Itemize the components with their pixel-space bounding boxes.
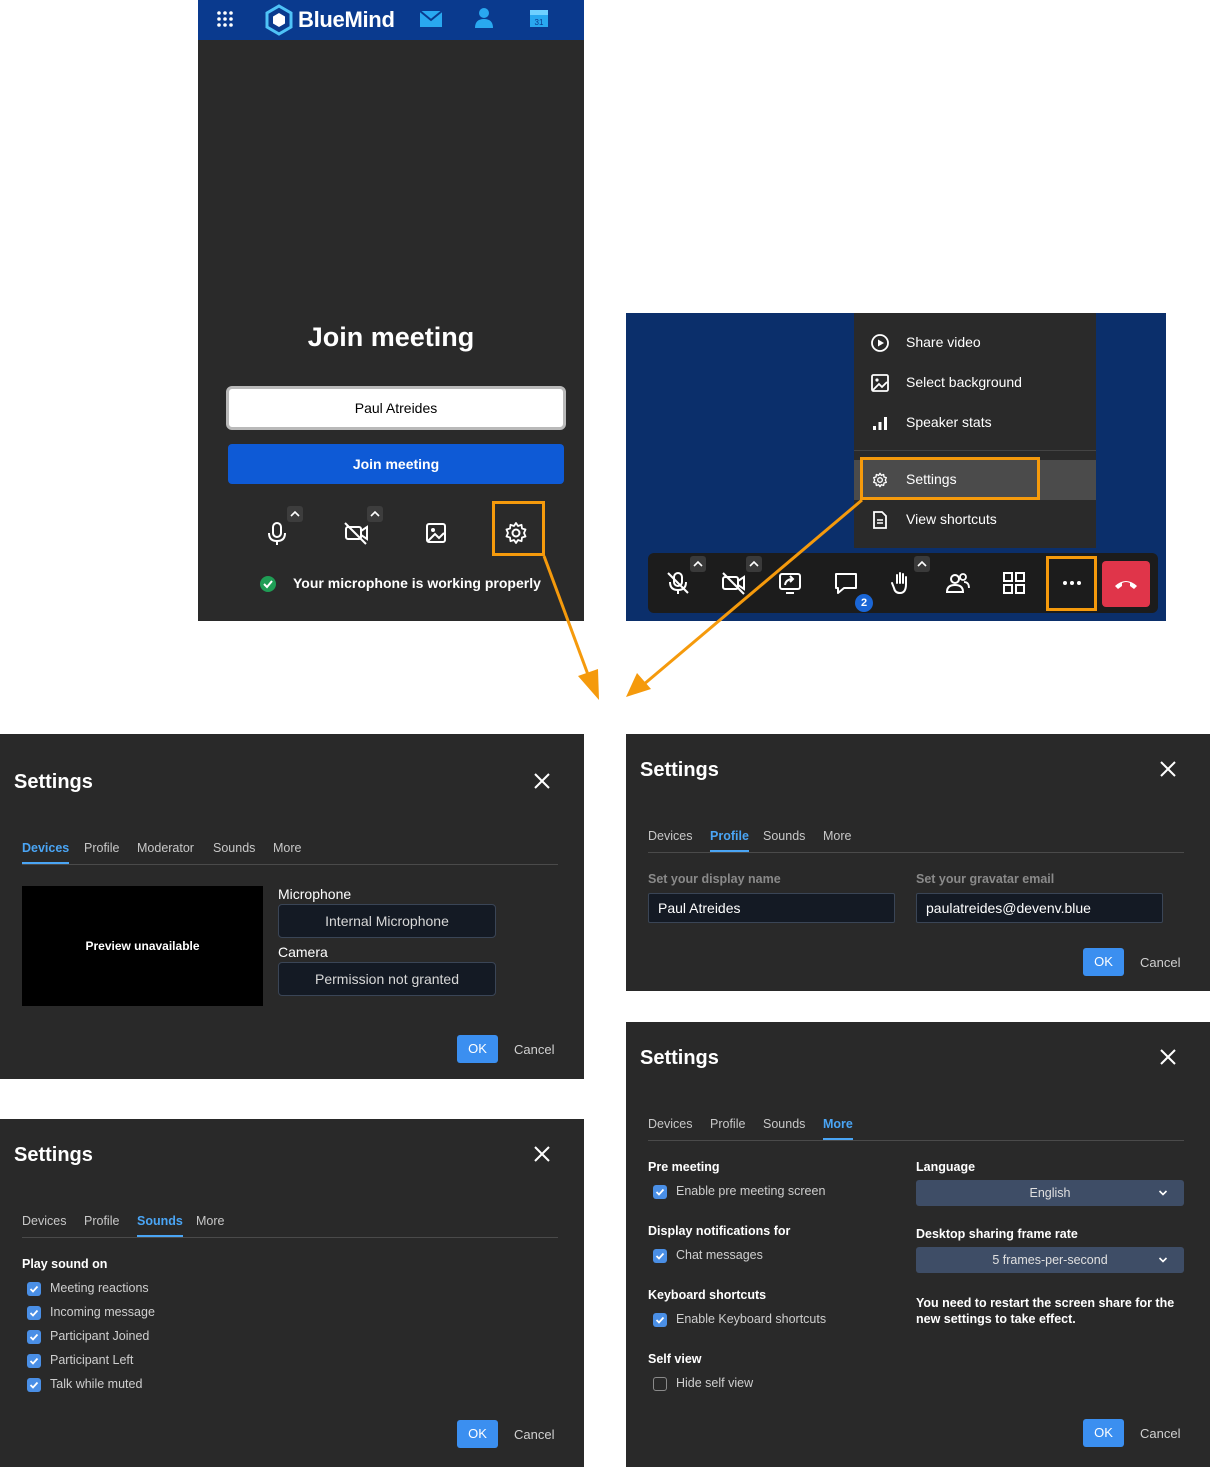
arrow-line-left — [542, 555, 592, 681]
shortcuts-label: Keyboard shortcuts — [648, 1288, 767, 1302]
language-select[interactable]: English — [916, 1180, 1184, 1206]
frame-rate-label: Desktop sharing frame rate — [916, 1227, 1078, 1241]
checkbox-participant-joined[interactable] — [27, 1330, 41, 1344]
tab-sounds[interactable]: Sounds — [213, 841, 255, 855]
checkbox-participant-left[interactable] — [27, 1354, 41, 1368]
option-label: Hide self view — [676, 1376, 754, 1390]
checkmark-icon — [655, 1188, 665, 1196]
dialog-title: Settings — [640, 1047, 719, 1069]
settings-dialog-sounds: Settings Devices Profile Sounds More Pla… — [0, 1119, 584, 1467]
cancel-button[interactable]: Cancel — [514, 1042, 554, 1057]
ok-button[interactable]: OK — [457, 1420, 498, 1448]
play-sound-section-label: Play sound on — [22, 1257, 108, 1271]
close-icon[interactable] — [1158, 759, 1178, 779]
tab-sounds[interactable]: Sounds — [763, 829, 805, 843]
language-value: English — [1029, 1186, 1071, 1200]
close-icon[interactable] — [1158, 1047, 1178, 1067]
tab-devices[interactable]: Devices — [22, 1214, 66, 1228]
close-icon[interactable] — [532, 1144, 552, 1164]
microphone-select[interactable]: Internal Microphone — [278, 904, 496, 938]
option-label: Enable pre meeting screen — [676, 1184, 826, 1198]
language-label: Language — [916, 1160, 976, 1174]
checkmark-icon — [29, 1285, 39, 1293]
dialog-title: Settings — [640, 759, 719, 781]
ok-button[interactable]: OK — [1083, 948, 1124, 976]
checkbox-hide-self-view[interactable] — [653, 1377, 667, 1391]
checkmark-icon — [655, 1316, 665, 1324]
chevron-down-icon — [1158, 1190, 1168, 1196]
option-label: Meeting reactions — [50, 1281, 149, 1295]
option-label: Chat messages — [676, 1248, 763, 1262]
arrow-head-left — [578, 669, 599, 700]
settings-dialog-devices: Settings Devices Profile Moderator Sound… — [0, 734, 584, 1079]
cancel-button[interactable]: Cancel — [1140, 1426, 1180, 1441]
tab-profile[interactable]: Profile — [84, 1214, 119, 1228]
flow-arrows — [542, 498, 863, 700]
camera-preview: Preview unavailable — [22, 886, 263, 1006]
close-icon[interactable] — [532, 771, 552, 791]
settings-tabs: Devices Profile Sounds More — [648, 1117, 1184, 1141]
checkbox-chat-messages[interactable] — [653, 1249, 667, 1263]
checkmark-icon — [29, 1333, 39, 1341]
frame-rate-note: You need to restart the screen share for… — [916, 1296, 1175, 1326]
camera-select[interactable]: Permission not granted — [278, 962, 496, 996]
tab-more[interactable]: More — [196, 1214, 224, 1228]
dialog-title: Settings — [14, 1144, 93, 1166]
settings-tabs: Devices Profile Moderator Sounds More — [22, 841, 558, 865]
option-label: Enable Keyboard shortcuts — [676, 1312, 827, 1326]
option-label: Participant Left — [50, 1353, 134, 1367]
cancel-button[interactable]: Cancel — [1140, 955, 1180, 970]
dialog-title: Settings — [14, 771, 93, 793]
tab-sounds[interactable]: Sounds — [763, 1117, 805, 1131]
tab-more[interactable]: More — [273, 841, 301, 855]
checkmark-icon — [29, 1309, 39, 1317]
cancel-button[interactable]: Cancel — [514, 1427, 554, 1442]
settings-dialog-profile: Settings Devices Profile Sounds More Set… — [626, 734, 1210, 991]
settings-dialog-more: Settings Devices Profile Sounds More Pre… — [626, 1022, 1210, 1467]
ok-button[interactable]: OK — [1083, 1419, 1124, 1447]
tab-profile[interactable]: Profile — [84, 841, 119, 855]
option-label: Talk while muted — [50, 1377, 143, 1391]
gravatar-email-label: Set your gravatar email — [916, 872, 1055, 886]
checkmark-icon — [655, 1252, 665, 1260]
frame-rate-value: 5 frames-per-second — [992, 1253, 1108, 1267]
checkbox-pre-meeting[interactable] — [653, 1185, 667, 1199]
self-view-label: Self view — [648, 1352, 702, 1366]
arrow-line-right — [642, 498, 863, 687]
tab-profile[interactable]: Profile — [710, 1117, 745, 1131]
chevron-down-icon — [1158, 1257, 1168, 1263]
pre-meeting-label: Pre meeting — [648, 1160, 720, 1174]
notifications-label: Display notifications for — [648, 1224, 791, 1238]
checkbox-keyboard-shortcuts[interactable] — [653, 1313, 667, 1327]
settings-tabs: Devices Profile Sounds More — [648, 829, 1184, 853]
checkmark-icon — [29, 1381, 39, 1389]
tab-profile[interactable]: Profile — [710, 829, 749, 852]
option-label: Participant Joined — [50, 1329, 150, 1343]
checkbox-talk-while-muted[interactable] — [27, 1378, 41, 1392]
tab-more[interactable]: More — [823, 1117, 853, 1140]
checkbox-meeting-reactions[interactable] — [27, 1282, 41, 1296]
microphone-label: Microphone — [278, 886, 352, 902]
gravatar-email-input[interactable]: paulatreides@devenv.blue — [916, 893, 1163, 923]
display-name-input[interactable]: Paul Atreides — [648, 893, 895, 923]
arrow-head-right — [626, 673, 651, 697]
checkbox-incoming-message[interactable] — [27, 1306, 41, 1320]
checkmark-icon — [29, 1357, 39, 1365]
ok-button[interactable]: OK — [457, 1035, 498, 1063]
tab-moderator[interactable]: Moderator — [137, 841, 194, 855]
camera-label: Camera — [278, 944, 328, 960]
settings-tabs: Devices Profile Sounds More — [22, 1214, 558, 1238]
tab-devices[interactable]: Devices — [22, 841, 70, 864]
frame-rate-select[interactable]: 5 frames-per-second — [916, 1247, 1184, 1273]
tab-sounds[interactable]: Sounds — [137, 1214, 183, 1237]
tab-devices[interactable]: Devices — [648, 1117, 692, 1131]
display-name-label: Set your display name — [648, 872, 781, 886]
tab-devices[interactable]: Devices — [648, 829, 692, 843]
option-label: Incoming message — [50, 1305, 155, 1319]
tab-more[interactable]: More — [823, 829, 851, 843]
